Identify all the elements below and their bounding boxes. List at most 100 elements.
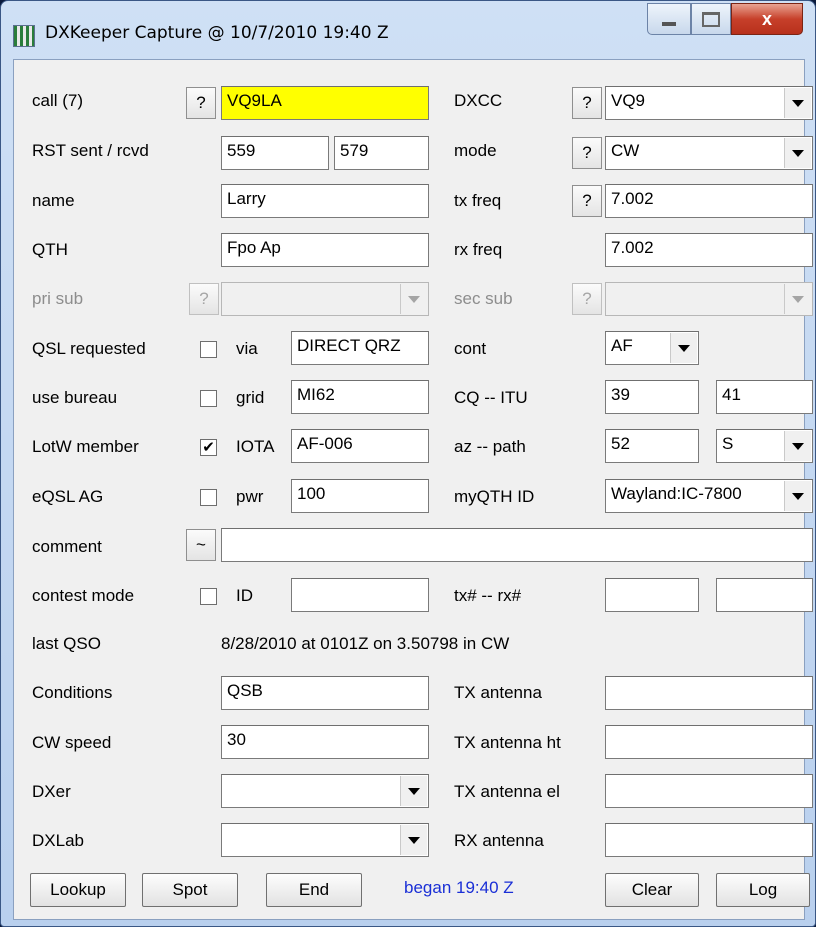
rx-freq-label: rx freq xyxy=(454,240,503,259)
mode-label: mode xyxy=(454,141,497,160)
pri-sub-help-button[interactable]: ? xyxy=(189,283,219,315)
grid-label: grid xyxy=(236,388,265,407)
azimuth-input[interactable]: 52 xyxy=(605,429,699,463)
power-input[interactable]: 100 xyxy=(291,479,429,513)
sec-sub-dropdown-arrow[interactable] xyxy=(784,284,811,314)
call-help-button[interactable]: ? xyxy=(186,87,216,119)
sec-sub-help-button[interactable]: ? xyxy=(572,283,602,315)
sec-sub-select[interactable] xyxy=(605,282,813,316)
title-bar[interactable]: DXKeeper Capture @ 10/7/2010 19:40 Z x xyxy=(1,1,815,59)
end-button[interactable]: End xyxy=(266,873,362,907)
comment-input[interactable] xyxy=(221,528,813,562)
rx-antenna-input[interactable] xyxy=(605,823,813,857)
rst-label: RST sent / rcvd xyxy=(32,141,149,160)
last-qso-value: 8/28/2010 at 0101Z on 3.50798 in CW xyxy=(221,634,510,653)
via-input[interactable]: DIRECT QRZ xyxy=(291,331,429,365)
log-button[interactable]: Log xyxy=(716,873,810,907)
path-dropdown-arrow[interactable] xyxy=(784,431,811,461)
name-input[interactable]: Larry xyxy=(221,184,429,218)
tx-antenna-label: TX antenna xyxy=(454,683,542,702)
eqsl-ag-label: eQSL AG xyxy=(32,487,104,506)
grid-input[interactable]: MI62 xyxy=(291,380,429,414)
dxer-select[interactable] xyxy=(221,774,429,808)
cq-zone-input[interactable]: 39 xyxy=(605,380,699,414)
lotw-member-checkbox[interactable]: ✔ xyxy=(200,439,217,456)
eqsl-ag-checkbox[interactable] xyxy=(200,489,217,506)
rst-rcvd-input[interactable]: 579 xyxy=(334,136,429,170)
tx-rx-num-label: tx# -- rx# xyxy=(454,586,522,605)
contest-mode-checkbox[interactable] xyxy=(200,588,217,605)
mode-dropdown-arrow[interactable] xyxy=(784,138,811,168)
cont-dropdown-arrow[interactable] xyxy=(670,333,697,363)
mode-select[interactable]: CW xyxy=(605,136,813,170)
chevron-down-icon xyxy=(792,442,804,450)
tx-number-input[interactable] xyxy=(605,578,699,612)
dxcc-dropdown-arrow[interactable] xyxy=(784,88,811,118)
window-title: DXKeeper Capture @ 10/7/2010 19:40 Z xyxy=(45,23,389,43)
rx-freq-input[interactable]: 7.002 xyxy=(605,233,813,267)
use-bureau-checkbox[interactable] xyxy=(200,390,217,407)
sec-sub-label: sec sub xyxy=(454,289,513,308)
tx-freq-input[interactable]: 7.002 xyxy=(605,184,813,218)
capture-form: call (7) ? VQ9LA DXCC ? VQ9 RST sent / r… xyxy=(13,59,813,920)
capture-window: DXKeeper Capture @ 10/7/2010 19:40 Z x c… xyxy=(0,0,816,927)
conditions-label: Conditions xyxy=(32,683,113,702)
call-input[interactable]: VQ9LA xyxy=(221,86,429,120)
dxer-dropdown-arrow[interactable] xyxy=(400,776,427,806)
id-label: ID xyxy=(236,586,253,605)
rx-antenna-label: RX antenna xyxy=(454,831,544,850)
dxlab-dropdown-arrow[interactable] xyxy=(400,825,427,855)
close-button[interactable]: x xyxy=(731,3,803,35)
pri-sub-dropdown-arrow[interactable] xyxy=(400,284,427,314)
tx-antenna-el-input[interactable] xyxy=(605,774,813,808)
contest-id-input[interactable] xyxy=(291,578,429,612)
spot-button[interactable]: Spot xyxy=(142,873,238,907)
tx-freq-label: tx freq xyxy=(454,191,502,210)
qth-input[interactable]: Fpo Ap xyxy=(221,233,429,267)
pri-sub-select[interactable] xyxy=(221,282,429,316)
cw-speed-input[interactable]: 30 xyxy=(221,725,429,759)
path-value: S xyxy=(722,434,734,453)
qsl-requested-checkbox[interactable] xyxy=(200,341,217,358)
comment-tilde-button[interactable]: ~ xyxy=(186,529,216,561)
path-select[interactable]: S xyxy=(716,429,813,463)
dxcc-select[interactable]: VQ9 xyxy=(605,86,813,120)
chevron-down-icon xyxy=(792,99,804,107)
chevron-down-icon xyxy=(408,295,420,303)
cw-speed-label: CW speed xyxy=(32,733,112,752)
lotw-member-label: LotW member xyxy=(32,437,139,456)
dxlab-select[interactable] xyxy=(221,823,429,857)
az-path-label: az -- path xyxy=(454,437,526,456)
dxer-label: DXer xyxy=(32,782,71,801)
myqth-dropdown-arrow[interactable] xyxy=(784,481,811,511)
last-qso-label: last QSO xyxy=(32,634,101,653)
rx-number-input[interactable] xyxy=(716,578,813,612)
tx-antenna-input[interactable] xyxy=(605,676,813,710)
minimize-button[interactable] xyxy=(647,3,691,35)
maximize-button[interactable] xyxy=(691,3,731,35)
chevron-down-icon xyxy=(792,295,804,303)
iota-label: IOTA xyxy=(236,437,275,456)
mode-help-button[interactable]: ? xyxy=(572,137,602,169)
clear-button[interactable]: Clear xyxy=(605,873,699,907)
chevron-down-icon xyxy=(408,787,420,795)
use-bureau-label: use bureau xyxy=(32,388,118,407)
rst-sent-input[interactable]: 559 xyxy=(221,136,329,170)
myqth-id-select[interactable]: Wayland:IC-7800 xyxy=(605,479,813,513)
pwr-label: pwr xyxy=(236,487,264,506)
tx-freq-help-button[interactable]: ? xyxy=(572,185,602,217)
cq-itu-label: CQ -- ITU xyxy=(454,388,528,407)
close-icon: x xyxy=(761,8,772,29)
mode-value: CW xyxy=(611,141,640,160)
dxcc-help-button[interactable]: ? xyxy=(572,87,602,119)
conditions-input[interactable]: QSB xyxy=(221,676,429,710)
cont-select[interactable]: AF xyxy=(605,331,699,365)
tx-antenna-ht-input[interactable] xyxy=(605,725,813,759)
chevron-down-icon xyxy=(792,492,804,500)
qsl-requested-label: QSL requested xyxy=(32,339,146,358)
itu-zone-input[interactable]: 41 xyxy=(716,380,813,414)
lookup-button[interactable]: Lookup xyxy=(30,873,126,907)
cont-value: AF xyxy=(611,336,633,355)
caption-buttons: x xyxy=(647,3,803,39)
iota-input[interactable]: AF-006 xyxy=(291,429,429,463)
